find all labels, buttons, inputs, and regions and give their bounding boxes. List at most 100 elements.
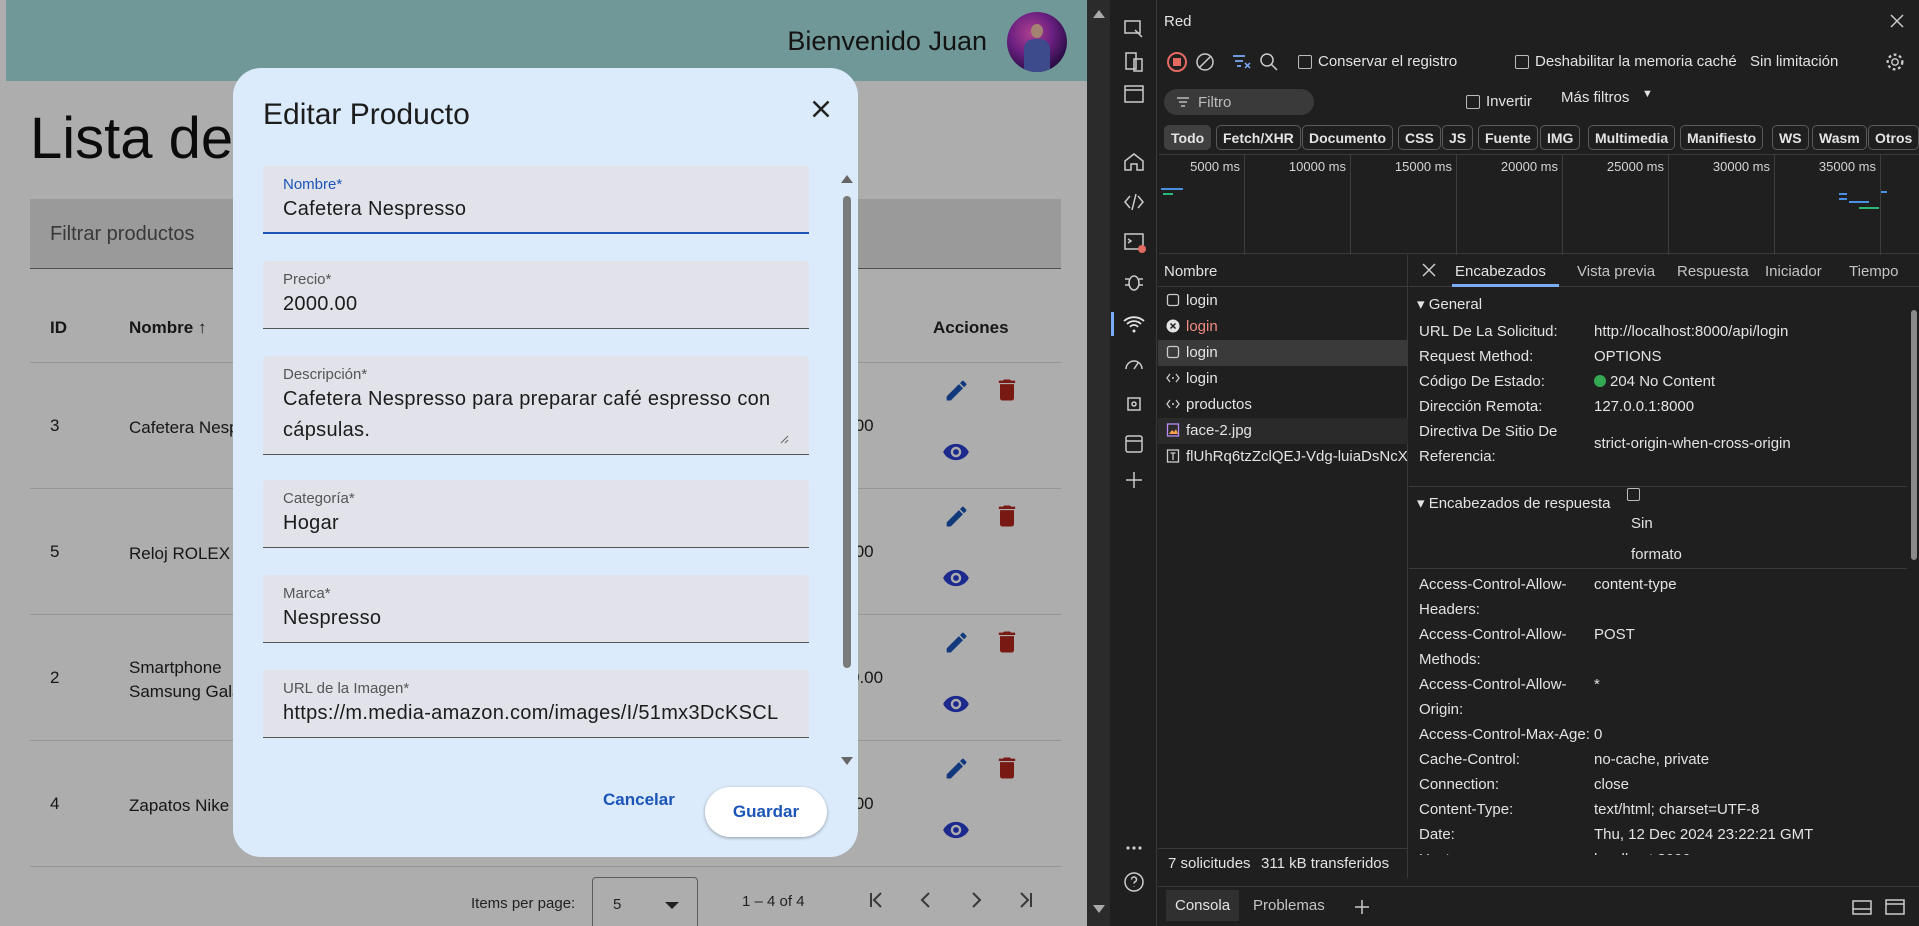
add-tab-icon[interactable]	[1352, 897, 1372, 917]
general-key: Directiva De Sitio De Referencia:	[1419, 423, 1558, 465]
home-icon[interactable]	[1122, 150, 1146, 174]
scroll-down-icon[interactable]	[1093, 905, 1105, 913]
inspect-icon[interactable]	[1122, 18, 1146, 42]
brand-field[interactable]: Marca* Nespresso	[263, 575, 809, 643]
filter-clear-icon[interactable]	[1230, 51, 1252, 73]
memory-chip-icon[interactable]	[1122, 392, 1146, 416]
record-stop-icon[interactable]	[1166, 51, 1188, 73]
response-headers-title[interactable]: Encabezados de respuesta	[1417, 494, 1611, 512]
tab-problems[interactable]: Problemas	[1244, 897, 1334, 914]
invert-checkbox[interactable]	[1466, 95, 1480, 109]
type-filter-wasm[interactable]: Wasm	[1812, 125, 1867, 150]
save-button[interactable]: Guardar	[705, 787, 827, 837]
scroll-down-icon[interactable]	[841, 757, 853, 765]
name-header-label: Nombre	[1164, 263, 1218, 280]
more-filters-button[interactable]: Más filtros	[1561, 89, 1629, 106]
general-value: http://localhost:8000/api/login	[1594, 319, 1904, 344]
throttling-select[interactable]: Sin limitación	[1750, 53, 1838, 70]
general-section-title[interactable]: General	[1417, 295, 1482, 313]
tab-headers[interactable]: Encabezados	[1455, 263, 1546, 280]
window-icon[interactable]	[1122, 82, 1146, 106]
request-name: login	[1186, 344, 1218, 361]
dock-side-icon[interactable]	[1851, 897, 1873, 917]
timeline-gridline	[1456, 155, 1457, 255]
network-filter-input[interactable]: Filtro	[1164, 89, 1314, 115]
type-filter-multimedia[interactable]: Multimedia	[1588, 125, 1676, 150]
device-toolbar-icon[interactable]	[1122, 50, 1146, 74]
price-field[interactable]: Precio* 2000.00	[263, 261, 809, 329]
request-row[interactable]: login	[1158, 314, 1408, 340]
category-value: Hogar	[283, 512, 339, 534]
add-tool-icon[interactable]	[1122, 468, 1146, 492]
search-icon[interactable]	[1258, 51, 1280, 73]
scroll-thumb[interactable]	[843, 196, 851, 668]
scroll-up-icon[interactable]	[1093, 10, 1105, 18]
close-icon[interactable]	[806, 94, 836, 124]
close-icon[interactable]	[1888, 12, 1906, 30]
scroll-thumb[interactable]	[1911, 310, 1917, 560]
gear-icon[interactable]	[1884, 51, 1906, 73]
description-label: Descripción*	[283, 366, 368, 383]
request-details: Encabezados Vista previa Respuesta Inici…	[1409, 255, 1919, 855]
sources-bug-icon[interactable]	[1122, 270, 1146, 294]
type-filter-documento[interactable]: Documento	[1302, 125, 1393, 150]
request-row[interactable]: flUhRq6tzZclQEJ-Vdg-luiaDsNcXkRQ	[1158, 444, 1408, 470]
type-filter-img[interactable]: IMG	[1540, 125, 1581, 150]
elements-icon[interactable]	[1122, 190, 1146, 214]
category-field[interactable]: Categoría* Hogar	[263, 480, 809, 548]
request-row[interactable]: productos	[1158, 392, 1408, 418]
network-timeline[interactable]: 5000 ms 10000 ms 15000 ms 20000 ms 25000 ms 3…	[1159, 154, 1919, 255]
raw-format-checkbox[interactable]	[1627, 488, 1640, 501]
type-filter-fuente[interactable]: Fuente	[1478, 125, 1538, 150]
request-count: 7 solicitudes	[1168, 855, 1251, 872]
page-scrollbar[interactable]	[1087, 0, 1110, 926]
request-row[interactable]: login	[1158, 366, 1408, 392]
panel-title: Red	[1164, 13, 1192, 30]
request-name: flUhRq6tzZclQEJ-Vdg-luiaDsNcXkRQ	[1186, 448, 1408, 465]
tab-response[interactable]: Respuesta	[1677, 263, 1749, 280]
response-value: close	[1594, 776, 1630, 793]
type-filter-css[interactable]: CSS	[1398, 125, 1441, 150]
description-field[interactable]: Descripción* Cafetera Nespresso para pre…	[263, 356, 809, 455]
response-key: Cache-Control:	[1419, 751, 1520, 768]
tab-timing[interactable]: Tiempo	[1849, 263, 1898, 280]
type-filter-otros[interactable]: Otros	[1868, 125, 1919, 150]
tab-initiator[interactable]: Iniciador	[1765, 263, 1822, 280]
help-icon[interactable]	[1122, 870, 1146, 894]
details-scrollbar[interactable]	[1909, 288, 1919, 855]
timeline-tick-label: 5000 ms	[1190, 159, 1240, 174]
close-icon[interactable]	[1421, 262, 1437, 278]
preserve-log-checkbox[interactable]	[1298, 55, 1312, 69]
type-filter-js[interactable]: JS	[1442, 125, 1474, 150]
name-column-header[interactable]: Nombre	[1158, 255, 1408, 287]
disable-cache-checkbox[interactable]	[1515, 55, 1529, 69]
app-viewport: Bienvenido Juan Lista de Productos Filtr…	[0, 0, 1087, 926]
request-list: Nombre login login login login productos face…	[1158, 255, 1408, 855]
raw-format-label: Sin	[1631, 515, 1653, 532]
undock-icon[interactable]	[1884, 897, 1906, 917]
request-row[interactable]: face-2.jpg	[1158, 418, 1408, 444]
image-url-field[interactable]: URL de la Imagen* https://m.media-amazon…	[263, 670, 809, 738]
cancel-button[interactable]: Cancelar	[603, 790, 675, 810]
edit-product-dialog: Editar Producto Nombre* Cafetera Nespres…	[233, 68, 858, 857]
console-icon[interactable]	[1122, 230, 1146, 254]
application-icon[interactable]	[1122, 432, 1146, 456]
request-row[interactable]: login	[1158, 340, 1408, 366]
tab-preview[interactable]: Vista previa	[1577, 263, 1655, 280]
type-filter-todo[interactable]: Todo	[1164, 125, 1212, 150]
chevron-down-icon[interactable]: ▼	[1642, 88, 1653, 100]
resize-handle-icon[interactable]	[779, 434, 789, 444]
type-filter-fetchxhr[interactable]: Fetch/XHR	[1216, 125, 1301, 150]
more-icon[interactable]	[1122, 836, 1146, 860]
tab-console[interactable]: Consola	[1166, 890, 1240, 921]
type-filter-ws[interactable]: WS	[1772, 125, 1809, 150]
dialog-scrollbar[interactable]	[838, 172, 856, 772]
type-filter-manifiesto[interactable]: Manifiesto	[1680, 125, 1764, 150]
request-row[interactable]: login	[1158, 288, 1408, 314]
network-wifi-icon[interactable]	[1122, 312, 1146, 336]
response-key: Connection:	[1419, 776, 1500, 793]
performance-icon[interactable]	[1122, 352, 1146, 376]
clear-icon[interactable]	[1194, 51, 1216, 73]
name-field[interactable]: Nombre* Cafetera Nespresso	[263, 166, 809, 234]
scroll-up-icon[interactable]	[841, 175, 853, 183]
